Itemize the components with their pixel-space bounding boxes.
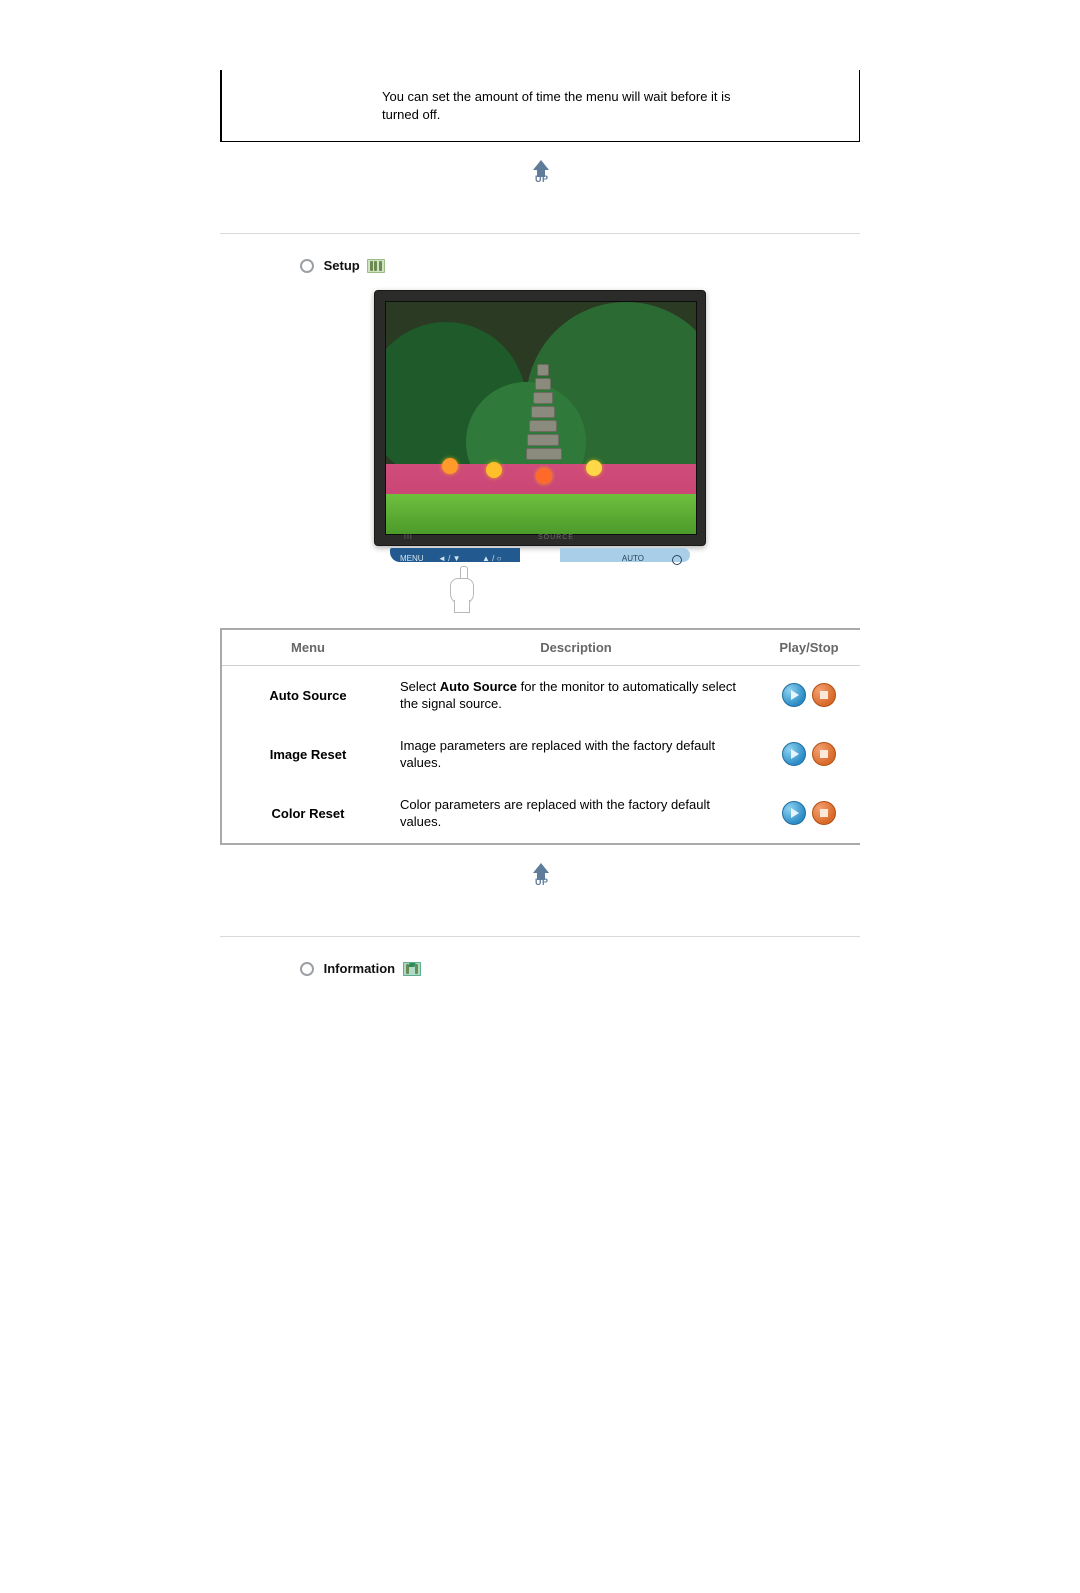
top-note-text: You can set the amount of time the menu … [382,88,762,123]
menu-cell: Auto Source [222,665,394,725]
osd-nav2-label: ▲ / ○ [482,554,501,563]
description-cell: Color parameters are replaced with the f… [394,784,758,844]
up-icon: UP [519,863,561,893]
up-icon: UP [519,160,561,190]
col-menu-header: Menu [222,629,394,666]
play-button[interactable] [782,683,806,707]
bullet-ring-icon [300,259,314,273]
divider-1 [220,233,860,234]
top-note-box: You can set the amount of time the menu … [220,70,860,142]
up-link-2[interactable]: UP [220,863,860,896]
menu-cell: Color Reset [222,784,394,844]
setup-table: Menu Description Play/Stop Auto Source S… [222,628,860,845]
menu-cell: Image Reset [222,725,394,784]
monitor-illustration: III SOURCE MENU ◄ / ▼ ▲ / ○ AUTO [374,290,706,614]
table-row: Color Reset Color parameters are replace… [222,784,860,844]
up-icon-label: UP [535,174,549,184]
description-cell: Select Auto Source for the monitor to au… [394,665,758,725]
up-link-1[interactable]: UP [220,160,860,193]
setup-title-text: Setup [324,258,360,273]
section-information-heading: Information [300,961,860,977]
information-icon [403,962,421,976]
osd-auto-label: AUTO [622,554,644,563]
col-playstop-header: Play/Stop [758,629,860,666]
monitor-screen [385,301,697,535]
pagoda-icon [526,362,560,482]
monitor-button-bar: III SOURCE MENU ◄ / ▼ ▲ / ○ AUTO [390,544,690,564]
osd-power-icon [672,555,682,565]
pointer-hand-icon [444,566,480,614]
table-row: Auto Source Select Auto Source for the m… [222,665,860,725]
up-icon-label: UP [535,877,549,887]
play-button[interactable] [782,742,806,766]
play-button[interactable] [782,801,806,825]
table-row: Image Reset Image parameters are replace… [222,725,860,784]
divider-2 [220,936,860,937]
description-cell: Image parameters are replaced with the f… [394,725,758,784]
osd-nav1-label: ◄ / ▼ [438,554,461,563]
osd-iii-label: III [404,534,413,541]
col-description-header: Description [394,629,758,666]
osd-source-label: SOURCE [538,534,574,541]
stop-button[interactable] [812,801,836,825]
section-setup-heading: Setup [300,258,860,274]
setup-sliders-icon [367,259,385,273]
osd-menu-label: MENU [400,554,424,563]
stop-button[interactable] [812,742,836,766]
bullet-ring-icon [300,962,314,976]
stop-button[interactable] [812,683,836,707]
information-title-text: Information [324,961,396,976]
